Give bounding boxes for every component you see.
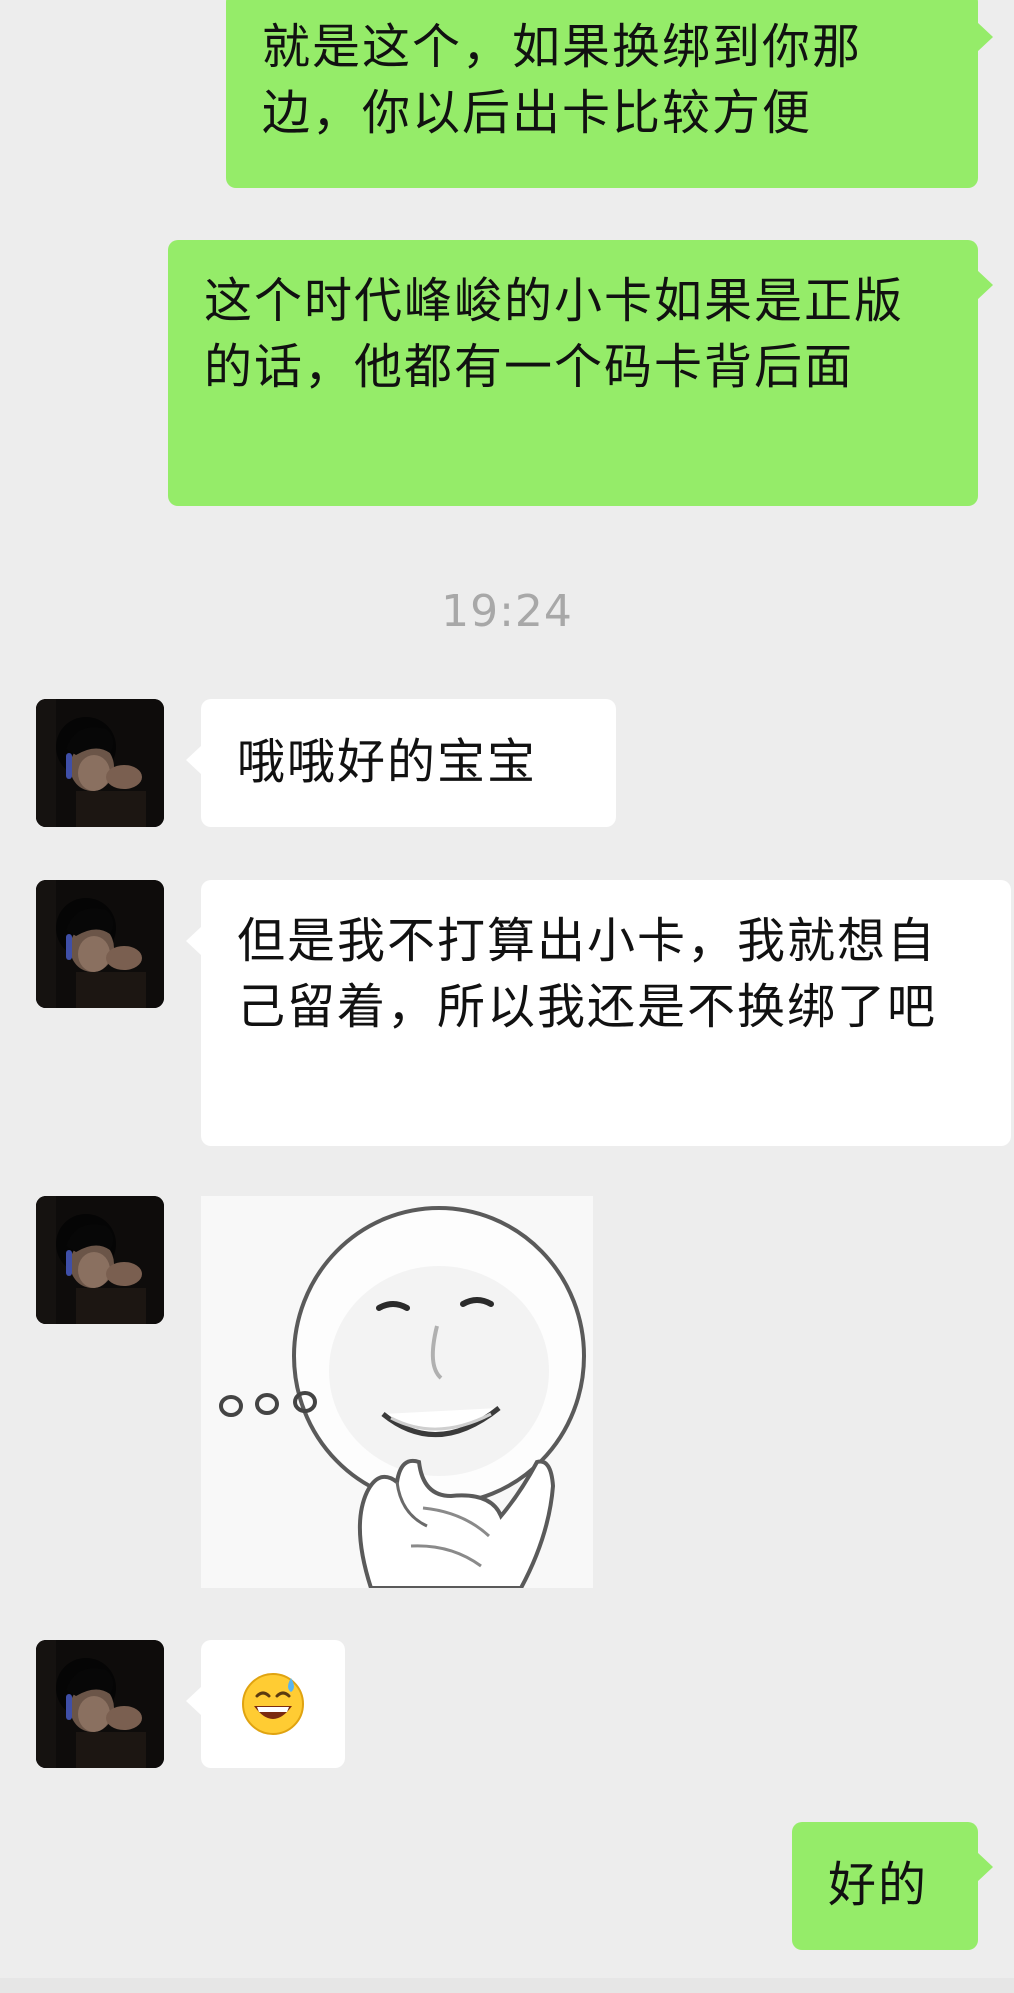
bottom-edge — [0, 1978, 1014, 1993]
contact-avatar[interactable] — [36, 1196, 164, 1324]
message-text: 就是这个，如果换绑到你那边，你以后出卡比较方便 — [262, 19, 863, 141]
person-photo-icon — [36, 880, 164, 1008]
thinking-face-sticker-icon — [201, 1196, 593, 1588]
message-text: 这个时代峰峻的小卡如果是正版的话，他都有一个码卡背后面 — [204, 273, 905, 395]
chat-view[interactable]: 就是这个，如果换绑到你那边，你以后出卡比较方便 这个时代峰峻的小卡如果是正版的话… — [0, 0, 1014, 1993]
message-timestamp: 19:24 — [441, 586, 573, 637]
message-text: 好的 — [828, 1857, 929, 1913]
contact-avatar[interactable] — [36, 1640, 164, 1768]
person-photo-icon — [36, 699, 164, 827]
message-text: 但是我不打算出小卡，我就想自己留着，所以我还是不换绑了吧 — [237, 913, 938, 1035]
outgoing-message-bubble[interactable]: 好的 — [792, 1822, 993, 1950]
outgoing-message-bubble[interactable]: 就是这个，如果换绑到你那边，你以后出卡比较方便 — [226, 0, 993, 188]
incoming-message-bubble[interactable] — [186, 1640, 345, 1768]
contact-avatar[interactable] — [36, 880, 164, 1008]
incoming-message-bubble[interactable]: 但是我不打算出小卡，我就想自己留着，所以我还是不换绑了吧 — [186, 880, 1011, 1146]
message-text: 哦哦好的宝宝 — [237, 734, 538, 790]
contact-avatar[interactable] — [36, 699, 164, 827]
person-photo-icon — [36, 1196, 164, 1324]
sticker-message[interactable] — [201, 1196, 593, 1588]
grinning-sweat-emoji-icon — [242, 1673, 304, 1735]
person-photo-icon — [36, 1640, 164, 1768]
incoming-message-bubble[interactable]: 哦哦好的宝宝 — [186, 699, 616, 827]
outgoing-message-bubble[interactable]: 这个时代峰峻的小卡如果是正版的话，他都有一个码卡背后面 — [168, 240, 993, 506]
